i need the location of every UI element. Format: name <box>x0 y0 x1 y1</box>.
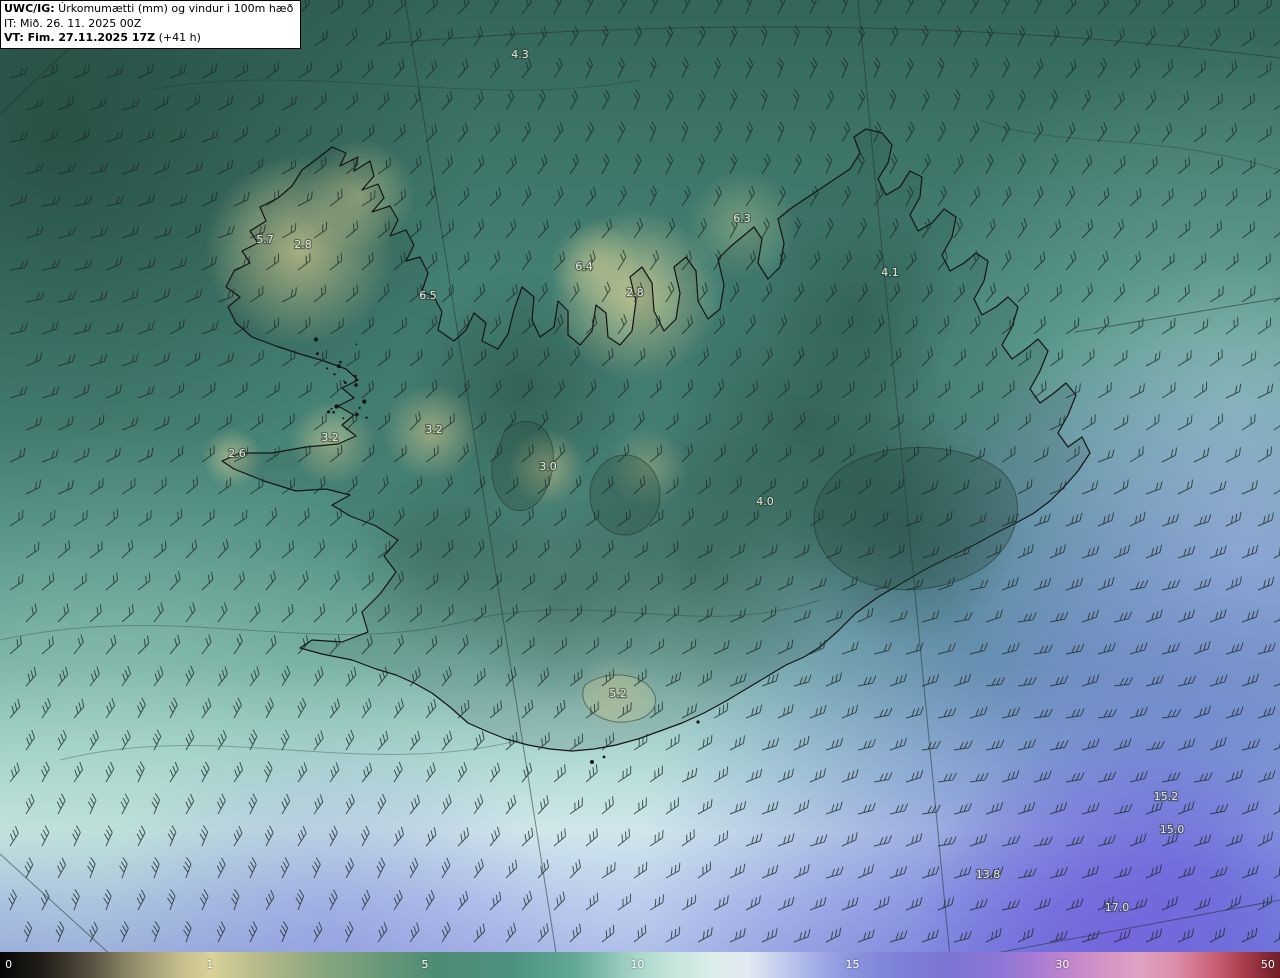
colorbar-label: 0 <box>5 958 13 971</box>
colorbar-label: 30 <box>1055 958 1070 971</box>
weather-map-stage: 4.3 5.7 2.8 6.4 6.5 2.8 6.3 4.1 3.2 3.2 2.6 3.0 4.0 5… <box>0 0 1280 978</box>
contour-label: 3.2 <box>425 423 443 436</box>
valid-time-offset: (+41 h) <box>155 31 201 45</box>
contour-label: 15.2 <box>1154 790 1179 803</box>
contour-label: 6.4 <box>575 260 593 273</box>
contour-label: 3.0 <box>539 460 557 473</box>
colorbar-labels: 0 1 5 10 15 30 50 <box>0 952 1280 978</box>
contour-label: 6.3 <box>733 212 751 225</box>
colorbar-label: 15 <box>845 958 860 971</box>
contour-label: 2.6 <box>228 447 246 460</box>
title-box: UWC/IG: Úrkomumætti (mm) og vindur i 100… <box>0 0 302 49</box>
valid-time-line: VT: Fim. 27.11.2025 17Z (+41 h) <box>4 31 293 46</box>
init-time-line: IT: Mið. 26. 11. 2025 00Z <box>4 16 142 30</box>
colorbar-label: 10 <box>630 958 645 971</box>
contour-label: 2.8 <box>294 238 312 251</box>
contour-label: 5.2 <box>609 687 627 700</box>
contour-label: 15.0 <box>1160 823 1185 836</box>
map-title-line: UWC/IG: Úrkomumætti (mm) og vindur i 100… <box>4 2 293 17</box>
contour-label: 4.3 <box>511 48 529 61</box>
contour-label: 3.2 <box>321 431 339 444</box>
contour-label: 5.7 <box>256 233 274 246</box>
contour-label: 6.5 <box>419 289 437 302</box>
contour-label: 2.8 <box>626 286 644 299</box>
colorbar-label: 50 <box>1260 958 1275 971</box>
contour-label: 17.0 <box>1105 901 1130 914</box>
map-title-text: Úrkomumætti (mm) og vindur i 100m hæð <box>54 2 294 15</box>
model-id-label: UWC/IG: <box>4 2 55 15</box>
contour-label: 4.0 <box>756 495 774 508</box>
precip-wind-map: 4.3 5.7 2.8 6.4 6.5 2.8 6.3 4.1 3.2 3.2 2.6 3.0 4.0 5… <box>0 0 1280 978</box>
colorbar-label: 1 <box>206 958 214 971</box>
colorbar-label: 5 <box>421 958 429 971</box>
contour-label: 13.8 <box>976 868 1001 881</box>
colorbar: 0 1 5 10 15 30 50 <box>0 952 1280 978</box>
contour-label: 4.1 <box>881 266 899 279</box>
valid-time-bold: VT: Fim. 27.11.2025 17Z <box>4 31 156 45</box>
